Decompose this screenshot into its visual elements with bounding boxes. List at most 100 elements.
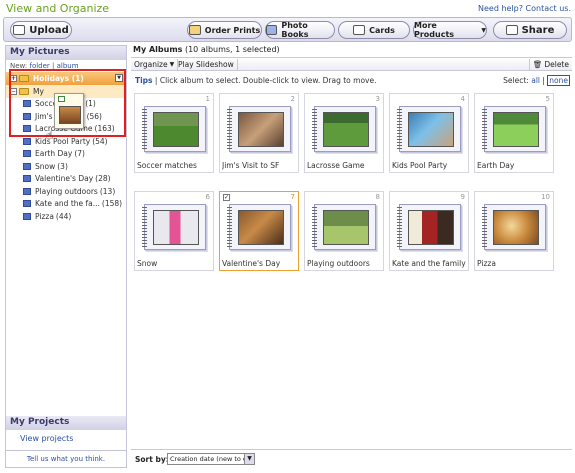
- expand-icon[interactable]: +: [10, 75, 17, 82]
- tree-album-count: (3): [57, 161, 68, 171]
- spiral-binding: [312, 109, 317, 151]
- albums-subtitle: (10 albums, 1 selected): [184, 45, 280, 54]
- tree-album-label: Valentine's Day: [35, 174, 94, 184]
- chevron-down-icon: ▼: [169, 61, 175, 68]
- cards-label: Cards: [369, 25, 395, 35]
- select-controls: Select: all | none: [503, 75, 570, 86]
- album-cover: [482, 204, 546, 250]
- upload-button[interactable]: Upload: [10, 21, 72, 39]
- organize-menu[interactable]: Organize ▼: [131, 59, 179, 70]
- folder-menu-icon[interactable]: ▼: [115, 74, 123, 82]
- album-icon: [23, 200, 31, 208]
- tree-album-count: (158): [101, 199, 123, 209]
- tree-album-label: Kids Pool Party: [35, 136, 91, 146]
- album-tile[interactable]: 10 Pizza: [474, 191, 554, 271]
- tree-album[interactable]: Kate and the fa... (158): [6, 198, 126, 211]
- new-folder-link[interactable]: folder: [29, 62, 49, 70]
- album-number: 3: [375, 95, 380, 103]
- order-prints-label: Order Prints: [204, 25, 261, 35]
- tree-album[interactable]: Valentine's Day (28): [6, 173, 126, 186]
- share-label: Share: [521, 24, 555, 36]
- collapse-icon[interactable]: −: [10, 87, 17, 95]
- view-projects-link[interactable]: View projects: [20, 434, 73, 443]
- prints-icon: [188, 25, 201, 35]
- tree-album[interactable]: Snow (3): [6, 160, 126, 173]
- album-icon: [23, 100, 31, 108]
- tree-album-label: Kate and the fa...: [35, 199, 100, 209]
- album-icon: [23, 162, 31, 170]
- my-projects-heading: My Projects: [6, 416, 126, 430]
- album-caption: Playing outdoors: [307, 259, 370, 268]
- share-button[interactable]: Share: [493, 21, 567, 39]
- tree-album-count: (13): [99, 186, 116, 196]
- album-tile[interactable]: 1 Soccer matches: [134, 93, 214, 173]
- more-products-label: More Products: [414, 21, 455, 39]
- tree-album[interactable]: Earth Day (7): [6, 148, 126, 161]
- play-slideshow-button[interactable]: Play Slideshow: [175, 59, 238, 70]
- tree-folder-holidays-label: Holidays (1): [33, 74, 84, 83]
- tree-album[interactable]: Playing outdoors (13): [6, 185, 126, 198]
- album-tile[interactable]: 6 Snow: [134, 191, 214, 271]
- tips-line: Tips | Click album to select. Double-cli…: [131, 75, 572, 88]
- new-album-link[interactable]: album: [57, 62, 79, 70]
- select-none-link[interactable]: none: [547, 75, 570, 86]
- delete-button[interactable]: 🗑 Delete: [528, 59, 572, 70]
- cards-button[interactable]: Cards: [338, 21, 410, 39]
- albums-title: My Albums: [133, 45, 183, 54]
- album-caption: Snow: [137, 259, 158, 268]
- trash-icon: 🗑: [532, 60, 543, 69]
- thumbnail-photo: [59, 106, 81, 124]
- tree-album[interactable]: Pizza (44): [6, 210, 126, 223]
- spiral-binding: [482, 109, 487, 151]
- album-cover: [142, 204, 206, 250]
- sort-select[interactable]: Creation date (new to old) ▼: [167, 453, 255, 465]
- delete-label: Delete: [544, 60, 569, 69]
- photo-books-label: Photo Books: [281, 21, 309, 39]
- album-cover: [312, 204, 376, 250]
- order-prints-button[interactable]: Order Prints: [187, 21, 262, 39]
- album-tile[interactable]: 8 Playing outdoors: [304, 191, 384, 271]
- album-tile[interactable]: 3 Lacrosse Game: [304, 93, 384, 173]
- tree-album[interactable]: Kids Pool Party (54): [6, 135, 126, 148]
- album-icon: [23, 150, 31, 158]
- album-number: 10: [541, 193, 550, 201]
- album-cover-photo: [238, 210, 284, 245]
- contact-link[interactable]: Contact us.: [526, 4, 571, 13]
- chevron-down-icon: ▼: [244, 454, 254, 464]
- sort-bar: Sort by: Creation date (new to old) ▼: [131, 449, 572, 468]
- select-all-link[interactable]: all: [531, 76, 540, 85]
- tree-album-count: (7): [74, 149, 85, 159]
- album-cover-photo: [153, 112, 199, 147]
- spiral-binding: [397, 207, 402, 249]
- album-tile[interactable]: 9 Kate and the family: [389, 191, 469, 271]
- checkbox-icon: [58, 96, 65, 102]
- album-number: 2: [290, 95, 295, 103]
- share-icon: [505, 25, 518, 35]
- tree-album-count: (163): [94, 124, 115, 134]
- tree-folder-holidays[interactable]: + Holidays (1) ▼: [6, 72, 126, 85]
- tree-album-label: Earth Day: [35, 149, 73, 159]
- album-tile[interactable]: 5 Earth Day: [474, 93, 554, 173]
- album-cover-photo: [493, 210, 539, 245]
- album-tile-selected[interactable]: ✓ 7 Valentine's Day: [219, 191, 299, 271]
- help-link[interactable]: Need help?: [478, 4, 523, 13]
- album-cover: [482, 106, 546, 152]
- play-slideshow-label: Play Slideshow: [178, 60, 234, 69]
- album-cover-photo: [238, 112, 284, 147]
- checkbox-checked-icon[interactable]: ✓: [223, 194, 230, 201]
- my-pictures-heading: My Pictures: [6, 46, 126, 60]
- album-cover: [227, 106, 291, 152]
- photo-books-button[interactable]: Photo Books: [265, 21, 335, 39]
- page-title: View and Organize: [6, 2, 110, 15]
- folder-icon: [19, 87, 29, 95]
- page: View and Organize Need help? Contact us.…: [0, 0, 575, 473]
- feedback-link[interactable]: Tell us what you think.: [6, 450, 126, 467]
- spiral-binding: [142, 109, 147, 151]
- tree-album-count: (28): [95, 174, 111, 184]
- more-products-button[interactable]: More Products ▼: [413, 21, 487, 39]
- tree-album-count: (44): [55, 211, 72, 221]
- tree-album-label: Pizza: [35, 211, 54, 221]
- album-tile[interactable]: 2 Jim's Visit to SF: [219, 93, 299, 173]
- album-tile[interactable]: 4 Kids Pool Party: [389, 93, 469, 173]
- album-number: 4: [460, 95, 465, 103]
